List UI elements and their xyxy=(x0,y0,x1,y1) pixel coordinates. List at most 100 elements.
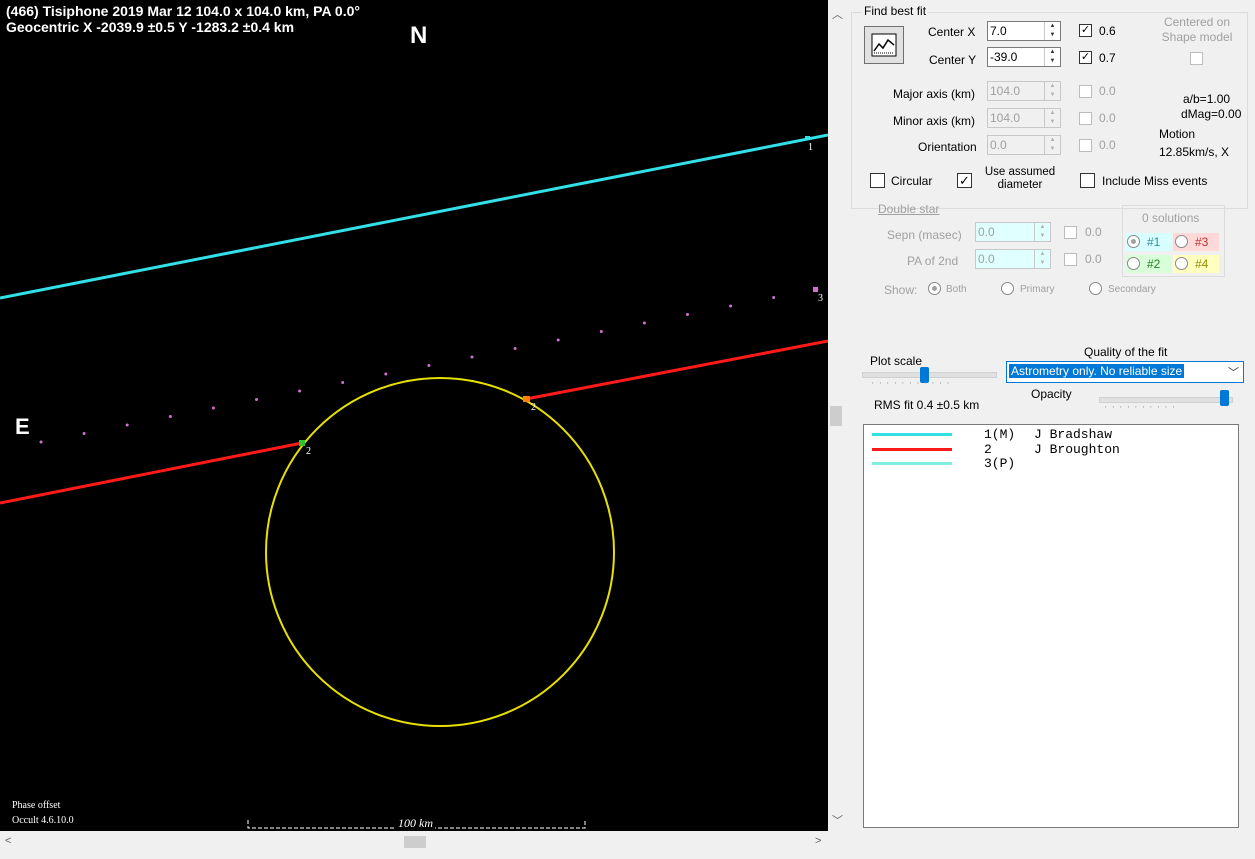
quality-of-fit-dropdown[interactable]: Astrometry only. No reliable size ﹀ xyxy=(1006,361,1244,383)
centered-on-shape-label: Centered on Shape model xyxy=(1161,15,1233,44)
minor-axis-check-value: 0.0 xyxy=(1099,111,1116,125)
plot-canvas xyxy=(0,133,828,829)
include-miss-events-label: Include Miss events xyxy=(1102,174,1208,188)
ab-ratio-label: a/b=1.00 xyxy=(1183,92,1231,106)
chord-label-2-right: 2 xyxy=(531,402,536,413)
pa2nd-checkbox[interactable] xyxy=(1064,253,1077,266)
legend-line-1 xyxy=(872,433,952,436)
chord-label-3: 3 xyxy=(818,293,823,304)
pa2nd-spin-buttons[interactable]: ▲ ▼ xyxy=(1034,250,1050,268)
solution-4-label: #4 xyxy=(1195,257,1209,271)
sepn-spinner[interactable]: 0.0 ▲ ▼ xyxy=(975,222,1051,242)
solution-4-radio[interactable] xyxy=(1175,257,1188,270)
occultation-plot[interactable]: (466) Tisiphone 2019 Mar 12 104.0 x 104.… xyxy=(0,0,828,831)
solution-2-option[interactable]: #2 xyxy=(1125,255,1171,273)
opacity-slider[interactable] xyxy=(1220,390,1230,406)
use-assumed-diameter-checkbox[interactable]: ✓ xyxy=(957,173,972,188)
solution-3-option[interactable]: #3 xyxy=(1173,233,1219,251)
centered-on-shape-checkbox[interactable] xyxy=(1190,52,1203,65)
motion-value: 12.85km/s, X xyxy=(1159,145,1230,159)
opacity-label: Opacity xyxy=(1031,387,1072,401)
find-best-fit-button[interactable] xyxy=(864,26,904,64)
center-y-spinner[interactable]: -39.0 ▲ ▼ xyxy=(987,47,1061,67)
center-x-checkbox[interactable]: ✓ xyxy=(1079,24,1092,37)
plot-header-title: (466) Tisiphone 2019 Mar 12 104.0 x 104.… xyxy=(6,3,360,19)
solution-1-radio[interactable] xyxy=(1127,235,1140,248)
chord-3-point xyxy=(341,381,345,384)
chord-3-point xyxy=(82,432,86,435)
chord-line-2-right xyxy=(525,339,828,401)
double-star-link[interactable]: Double star xyxy=(878,202,939,216)
show-both-radio[interactable] xyxy=(928,282,941,295)
major-axis-label: Major axis (km) xyxy=(893,87,976,101)
sepn-spin-buttons[interactable]: ▲ ▼ xyxy=(1034,223,1050,241)
solution-4-option[interactable]: #4 xyxy=(1173,255,1219,273)
major-axis-spin-buttons[interactable]: ▲ ▼ xyxy=(1044,82,1060,100)
chord-3-point xyxy=(772,296,776,299)
sepn-label: Sepn (masec) xyxy=(887,228,962,242)
chord-3-end-marker xyxy=(813,287,818,292)
legend-id-1: 1(M) xyxy=(984,427,1016,442)
find-best-fit-title: Find best fit xyxy=(862,4,929,18)
solution-2-radio[interactable] xyxy=(1127,257,1140,270)
sepn-checkbox[interactable] xyxy=(1064,226,1077,239)
legend-id-3: 3(P) xyxy=(984,456,1016,471)
dmag-label: dMag=0.00 xyxy=(1181,107,1242,121)
minor-axis-checkbox[interactable] xyxy=(1079,112,1092,125)
scroll-up-icon[interactable]: ︿ xyxy=(832,6,843,22)
orientation-spinner[interactable]: 0.0 ▲ ▼ xyxy=(987,135,1061,155)
major-axis-spinner[interactable]: 104.0 ▲ ▼ xyxy=(987,81,1061,101)
plot-scale-label: Plot scale xyxy=(870,354,923,368)
scroll-down-icon[interactable]: ﹀ xyxy=(832,812,843,828)
minor-axis-spinner[interactable]: 104.0 ▲ ▼ xyxy=(987,108,1061,128)
solution-1-option[interactable]: #1 xyxy=(1125,233,1171,251)
chord-3-point xyxy=(686,313,689,316)
solution-3-radio[interactable] xyxy=(1175,235,1188,248)
chord-3-point xyxy=(39,440,43,444)
quality-of-fit-label: Quality of the fit xyxy=(1084,345,1168,359)
observer-legend-list[interactable]: 1(M) J Bradshaw 2 J Broughton 3(P) xyxy=(863,424,1239,828)
chord-3-point xyxy=(729,304,733,308)
orientation-spin-buttons[interactable]: ▲ ▼ xyxy=(1044,136,1060,154)
center-x-spin-buttons[interactable]: ▲ ▼ xyxy=(1044,22,1060,40)
center-y-spin-buttons[interactable]: ▲ ▼ xyxy=(1044,48,1060,66)
circular-checkbox[interactable] xyxy=(870,173,885,188)
chord-3-point xyxy=(125,423,129,427)
orientation-label: Orientation xyxy=(918,140,977,154)
center-y-checkbox[interactable]: ✓ xyxy=(1079,51,1092,64)
orientation-checkbox[interactable] xyxy=(1079,139,1092,152)
sepn-value: 0.0 xyxy=(978,225,995,239)
scroll-left-icon[interactable]: < xyxy=(5,835,11,847)
pa2nd-check-value: 0.0 xyxy=(1085,252,1102,266)
rms-fit-label: RMS fit 0.4 ±0.5 km xyxy=(874,398,980,412)
solution-2-label: #2 xyxy=(1147,257,1161,271)
include-miss-events-checkbox[interactable] xyxy=(1080,173,1095,188)
chord-2-disappear-marker xyxy=(299,440,305,446)
show-secondary-label: Secondary xyxy=(1108,284,1156,295)
legend-id-2: 2 xyxy=(984,442,992,457)
chevron-down-icon[interactable]: ﹀ xyxy=(1228,364,1239,380)
center-x-spinner[interactable]: 7.0 ▲ ▼ xyxy=(987,21,1061,41)
show-primary-radio[interactable] xyxy=(1001,282,1014,295)
chord-3-point xyxy=(255,398,258,401)
horizontal-scroll-thumb[interactable] xyxy=(404,836,426,848)
plot-scale-ticks: ''''''''''' xyxy=(872,381,955,390)
major-axis-check-value: 0.0 xyxy=(1099,84,1116,98)
opacity-track[interactable] xyxy=(1099,397,1233,403)
use-assumed-diameter-label: Use assumed diameter xyxy=(984,166,1056,191)
plot-scale-track[interactable] xyxy=(862,372,997,378)
pa2nd-label: PA of 2nd xyxy=(907,254,959,268)
minor-axis-spin-buttons[interactable]: ▲ ▼ xyxy=(1044,109,1060,127)
major-axis-checkbox[interactable] xyxy=(1079,85,1092,98)
scroll-right-icon[interactable]: > xyxy=(815,835,821,847)
show-secondary-radio[interactable] xyxy=(1089,282,1102,295)
plot-horizontal-scrollbar[interactable]: < > xyxy=(0,831,845,859)
plot-vertical-scrollbar[interactable]: ︿ ﹀ xyxy=(828,0,845,831)
legend-name-1: J Bradshaw xyxy=(1034,427,1113,442)
chord-line-2-left xyxy=(0,441,303,505)
center-y-label: Center Y xyxy=(929,53,977,67)
chart-fit-icon xyxy=(871,33,897,57)
vertical-scroll-thumb[interactable] xyxy=(830,406,842,426)
version-label: Occult 4.6.10.0 xyxy=(12,815,74,826)
pa2nd-spinner[interactable]: 0.0 ▲ ▼ xyxy=(975,249,1051,269)
